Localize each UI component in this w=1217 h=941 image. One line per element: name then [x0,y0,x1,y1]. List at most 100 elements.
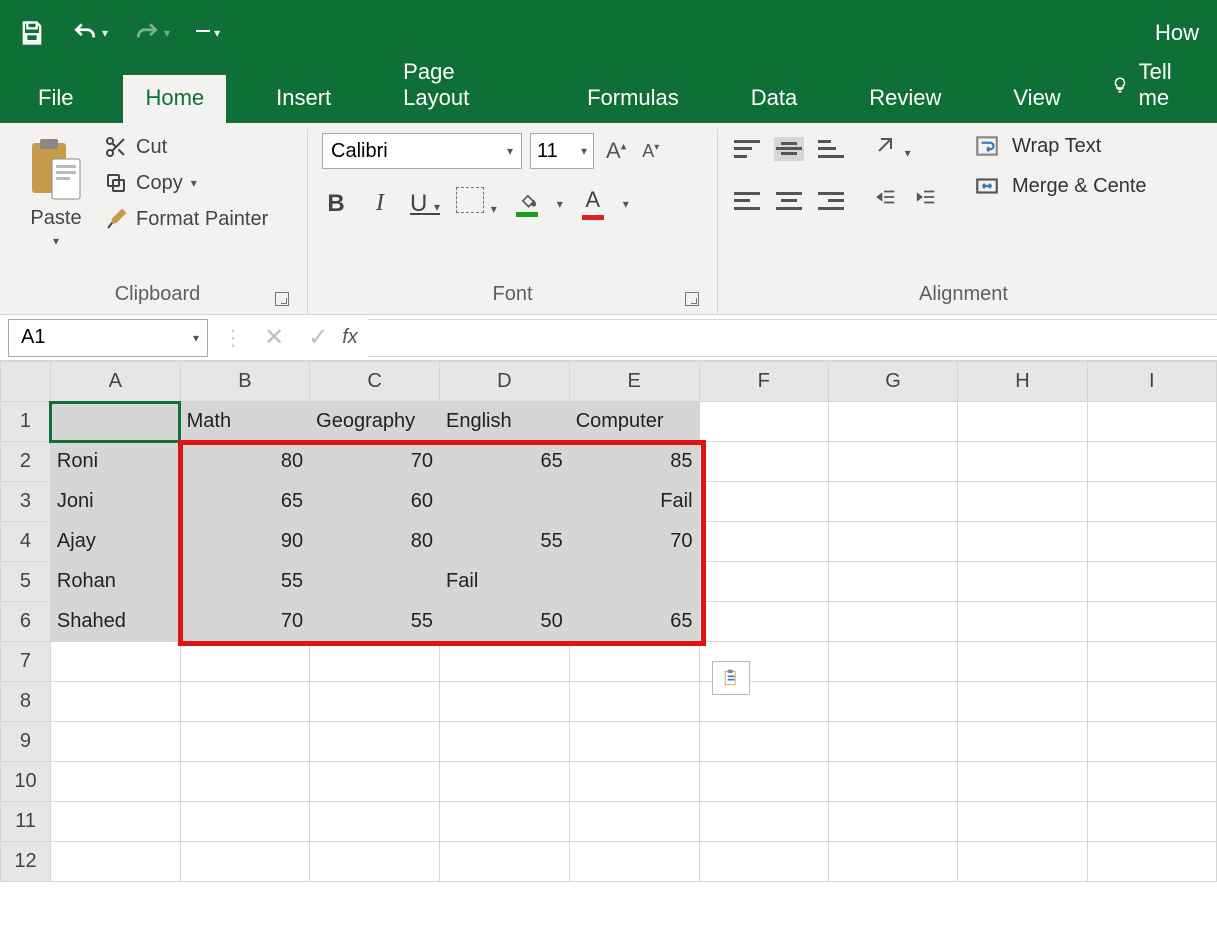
cell-I7[interactable] [1087,642,1216,682]
cell-H2[interactable] [958,442,1087,482]
cell-C12[interactable] [310,842,440,882]
cell-A6[interactable]: Shahed [50,602,180,642]
tab-file[interactable]: File [16,75,95,123]
row-header-1[interactable]: 1 [1,402,51,442]
chevron-down-icon[interactable]: ▾ [191,176,197,190]
cell-F9[interactable] [699,722,828,762]
font-name-combo[interactable]: Calibri ▾ [322,133,522,169]
tab-data[interactable]: Data [729,75,819,123]
cell-G6[interactable] [828,602,957,642]
decrease-font-size-button[interactable]: A▾ [638,137,663,166]
cell-E12[interactable] [569,842,699,882]
cell-E1[interactable]: Computer [569,402,699,442]
cell-B1[interactable]: Math [180,402,310,442]
row-header-2[interactable]: 2 [1,442,51,482]
cell-F2[interactable] [699,442,828,482]
cell-I4[interactable] [1087,522,1216,562]
cell-C1[interactable]: Geography [310,402,440,442]
tab-formulas[interactable]: Formulas [565,75,701,123]
row-header-5[interactable]: 5 [1,562,51,602]
cell-A1[interactable] [50,402,180,442]
cell-C6[interactable]: 55 [310,602,440,642]
cell-A4[interactable]: Ajay [50,522,180,562]
cell-C3[interactable]: 60 [310,482,440,522]
cell-F6[interactable] [699,602,828,642]
cell-A9[interactable] [50,722,180,762]
cell-D2[interactable]: 65 [440,442,570,482]
cell-D1[interactable]: English [440,402,570,442]
row-header-8[interactable]: 8 [1,682,51,722]
cell-H4[interactable] [958,522,1087,562]
cell-D7[interactable] [440,642,570,682]
name-box[interactable]: A1 ▾ [8,319,208,357]
cell-D6[interactable]: 50 [440,602,570,642]
cell-A7[interactable] [50,642,180,682]
align-center-button[interactable] [774,189,804,213]
align-bottom-button[interactable] [816,137,846,161]
merge-center-button[interactable]: Merge & Cente [972,173,1147,199]
cell-B4[interactable]: 90 [180,522,310,562]
copy-button[interactable]: Copy ▾ [100,169,272,197]
cell-C10[interactable] [310,762,440,802]
cell-A10[interactable] [50,762,180,802]
row-header-4[interactable]: 4 [1,522,51,562]
cell-C7[interactable] [310,642,440,682]
cell-B3[interactable]: 65 [180,482,310,522]
col-header-I[interactable]: I [1087,362,1216,402]
cell-H3[interactable] [958,482,1087,522]
format-painter-button[interactable]: Format Painter [100,205,272,233]
col-header-H[interactable]: H [958,362,1087,402]
chevron-down-icon[interactable]: ▾ [53,234,59,248]
tab-insert[interactable]: Insert [254,75,353,123]
chevron-down-icon[interactable]: ▾ [581,144,587,158]
row-header-12[interactable]: 12 [1,842,51,882]
cell-I9[interactable] [1087,722,1216,762]
paste-button[interactable]: Paste ▾ [22,133,90,252]
customize-qat-button[interactable]: ▾ [196,26,220,40]
select-all-corner[interactable] [1,362,51,402]
paste-options-smarttag[interactable] [712,661,750,695]
italic-button[interactable]: I [366,190,394,217]
undo-button[interactable]: ▾ [72,20,108,46]
underline-button[interactable]: U ▾ [410,190,440,218]
cell-G12[interactable] [828,842,957,882]
decrease-indent-button[interactable] [872,186,900,215]
cell-E6[interactable]: 65 [569,602,699,642]
cell-I1[interactable] [1087,402,1216,442]
cell-G3[interactable] [828,482,957,522]
cell-G10[interactable] [828,762,957,802]
cell-D10[interactable] [440,762,570,802]
chevron-down-icon[interactable]: ▾ [507,144,513,158]
chevron-down-icon[interactable]: ▾ [623,197,629,211]
cell-G8[interactable] [828,682,957,722]
chevron-down-icon[interactable]: ▾ [557,197,563,211]
cell-B9[interactable] [180,722,310,762]
cell-H12[interactable] [958,842,1087,882]
cell-A8[interactable] [50,682,180,722]
cell-D11[interactable] [440,802,570,842]
align-left-button[interactable] [732,189,762,213]
cell-F4[interactable] [699,522,828,562]
bold-button[interactable]: B [322,190,350,218]
chevron-down-icon[interactable]: ▾ [102,26,108,40]
tell-me-search[interactable]: Tell me [1111,59,1201,123]
font-size-combo[interactable]: 11 ▾ [530,133,594,169]
row-header-6[interactable]: 6 [1,602,51,642]
cell-B2[interactable]: 80 [180,442,310,482]
dialog-launcher-icon[interactable] [685,292,699,306]
cell-H9[interactable] [958,722,1087,762]
cell-C4[interactable]: 80 [310,522,440,562]
align-right-button[interactable] [816,189,846,213]
cell-D9[interactable] [440,722,570,762]
cell-B7[interactable] [180,642,310,682]
cell-I5[interactable] [1087,562,1216,602]
formula-bar-input[interactable] [368,319,1217,357]
cell-D8[interactable] [440,682,570,722]
cell-H5[interactable] [958,562,1087,602]
fill-color-button[interactable] [513,190,541,217]
tab-home[interactable]: Home [123,75,226,123]
cell-A12[interactable] [50,842,180,882]
cell-E10[interactable] [569,762,699,802]
cell-E7[interactable] [569,642,699,682]
tab-page-layout[interactable]: Page Layout [381,49,537,123]
